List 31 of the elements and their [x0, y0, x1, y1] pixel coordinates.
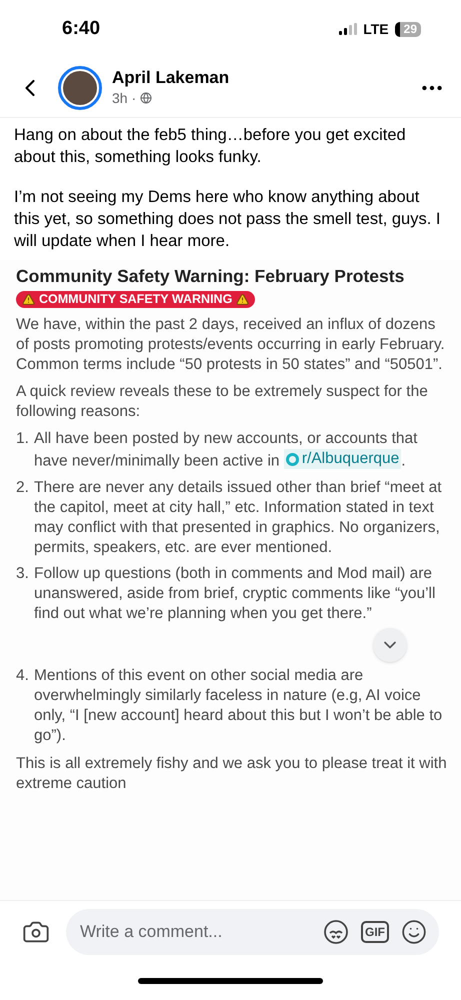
list-number: 1. — [16, 429, 30, 449]
article-title: Community Safety Warning: February Protests — [16, 265, 406, 288]
author-name[interactable]: April Lakeman — [112, 66, 230, 88]
status-time: 6:40 — [62, 16, 100, 41]
list-item-text: There are never any details issued other than brief “meet at the capitol, meet at city hall,” etc. Information stated in text may conflict with that presented in graphics. No organizers, permits, speakers, etc. are ever mentioned. — [34, 478, 443, 558]
article-paragraph: This is all extremely fishy and we ask you to please treat it with extreme caution — [16, 754, 447, 794]
list-item-text: All have been posted by new accounts, or accounts that have never/minimally been active in r/Albuquerque. — [34, 429, 418, 472]
list-number: 4. — [16, 666, 30, 686]
article-paragraph: We have, within the past 2 days, received an influx of dozens of posts promoting protests/events occurring in early February. Common terms include “50 protests in 50 states” and “50501”. — [16, 315, 446, 375]
post-text: I’m not seeing my Dems here who know anything about this yet, so something does not pass the smell test, guys. I will update when I hear more. — [14, 187, 442, 252]
list-number: 2. — [16, 478, 30, 498]
list-item-text: Follow up questions (both in comments and Mod mail) are unanswered, aside from brief, cryptic comments like “you’ll find out what we’re planning when you get there.” — [34, 564, 436, 624]
avatar[interactable] — [58, 66, 102, 110]
list-item-text: Mentions of this event on other social media are overwhelmingly similarly faceless in nature (e.g, AI voice only, “I [new account] heard about this but I won’t be able to go”). — [34, 666, 444, 746]
list-number: 3. — [16, 564, 30, 584]
warning-icon — [236, 293, 250, 306]
article-paragraph: A quick review reveals these to be extremely suspect for the following reasons: — [16, 382, 429, 422]
battery-indicator: 29 — [394, 22, 421, 36]
network-label: LTE — [363, 20, 389, 38]
post-text: Hang on about the feb5 thing…before you get excited about this, something looks funky. — [14, 125, 407, 168]
post-time: 3h · — [112, 88, 136, 108]
avatar-sticker-icon[interactable] — [323, 918, 349, 944]
emoji-icon[interactable] — [401, 918, 427, 944]
gif-button[interactable]: GIF — [361, 920, 389, 942]
signal-icon — [339, 23, 358, 35]
warning-icon — [22, 293, 35, 306]
warning-badge: COMMUNITY SAFETY WARNING — [16, 291, 256, 308]
scroll-down-button[interactable] — [373, 628, 407, 662]
comment-field[interactable]: Write a comment... GIF — [66, 908, 439, 954]
subreddit-link[interactable]: r/Albuquerque — [284, 449, 402, 469]
globe-icon — [140, 92, 152, 104]
